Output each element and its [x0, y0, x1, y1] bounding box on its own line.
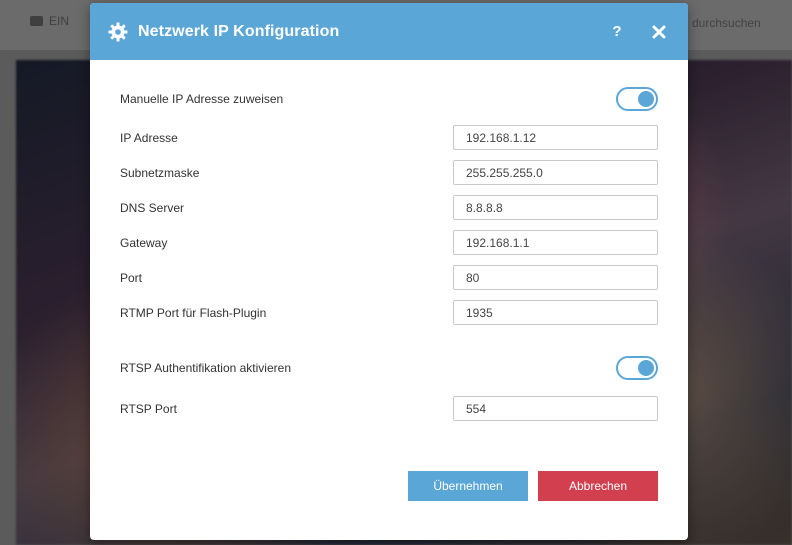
ip-address-row: IP Adresse: [120, 125, 658, 150]
dns-server-row: DNS Server: [120, 195, 658, 220]
ip-address-input[interactable]: [453, 125, 658, 150]
rtsp-auth-row: RTSP Authentifikation aktivieren: [120, 355, 658, 380]
gateway-label: Gateway: [120, 235, 168, 250]
close-icon[interactable]: [648, 21, 670, 43]
toggle-knob: [638, 90, 654, 107]
rtsp-auth-label: RTSP Authentifikation aktivieren: [120, 360, 291, 375]
dns-server-label: DNS Server: [120, 200, 185, 215]
ip-address-label: IP Adresse: [120, 130, 178, 145]
toggle-knob: [638, 359, 654, 376]
manual-ip-toggle[interactable]: [616, 86, 658, 111]
dialog-header: Netzwerk IP Konfiguration ?: [90, 3, 688, 60]
dialog-title: Netzwerk IP Konfiguration: [138, 22, 340, 40]
rtmp-port-input[interactable]: [453, 300, 658, 325]
cancel-button[interactable]: Abbrechen: [538, 471, 658, 501]
port-input[interactable]: [453, 265, 658, 290]
rtsp-port-input[interactable]: [453, 396, 658, 421]
rtsp-port-row: RTSP Port: [120, 396, 658, 421]
rtsp-port-label: RTSP Port: [120, 401, 177, 416]
help-icon[interactable]: ?: [606, 21, 628, 43]
port-row: Port: [120, 265, 658, 290]
manual-ip-row: Manuelle IP Adresse zuweisen: [120, 86, 658, 111]
subnet-mask-label: Subnetzmaske: [120, 165, 200, 180]
gateway-row: Gateway: [120, 230, 658, 255]
subnet-mask-row: Subnetzmaske: [120, 160, 658, 185]
subnet-mask-input[interactable]: [453, 160, 658, 185]
rtmp-port-label: RTMP Port für Flash-Plugin: [120, 305, 267, 320]
apply-button[interactable]: Übernehmen: [408, 471, 528, 501]
manual-ip-label: Manuelle IP Adresse zuweisen: [120, 91, 284, 106]
network-ip-config-dialog: Netzwerk IP Konfiguration ? Manuelle IP …: [90, 3, 688, 540]
port-label: Port: [120, 270, 143, 285]
gateway-input[interactable]: [453, 230, 658, 255]
gear-icon: [108, 22, 128, 42]
dns-server-input[interactable]: [453, 195, 658, 220]
rtsp-auth-toggle[interactable]: [616, 355, 658, 380]
rtmp-port-row: RTMP Port für Flash-Plugin: [120, 300, 658, 325]
